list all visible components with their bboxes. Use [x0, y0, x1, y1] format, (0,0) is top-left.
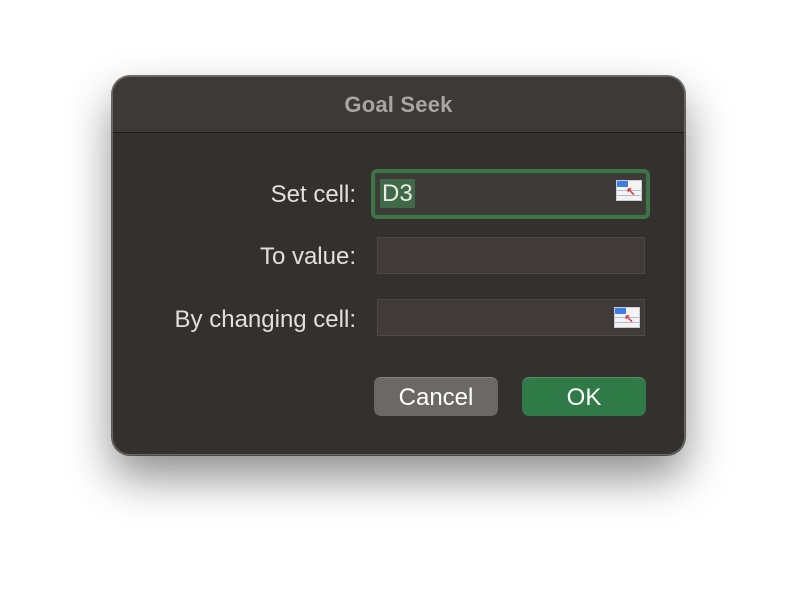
changing-cell-label: By changing cell:	[174, 306, 356, 333]
range-picker-icon[interactable]: ↖	[614, 307, 640, 328]
ok-button[interactable]: OK	[522, 377, 646, 416]
set-cell-value: D3	[380, 179, 415, 208]
range-picker-icon[interactable]: ↖	[616, 180, 642, 201]
goal-seek-dialog: Goal Seek Set cell: D3 ↖ To value: By ch…	[112, 76, 685, 455]
dialog-titlebar: Goal Seek	[113, 77, 684, 133]
dialog-title: Goal Seek	[344, 92, 453, 117]
to-value-input[interactable]	[377, 237, 645, 274]
set-cell-label: Set cell:	[270, 181, 356, 208]
cancel-button[interactable]: Cancel	[374, 377, 498, 416]
screen: Goal Seek Set cell: D3 ↖ To value: By ch…	[0, 0, 798, 604]
changing-cell-input[interactable]: ↖	[377, 299, 645, 336]
to-value-label: To value:	[259, 243, 356, 270]
set-cell-input[interactable]: D3 ↖	[371, 169, 650, 219]
